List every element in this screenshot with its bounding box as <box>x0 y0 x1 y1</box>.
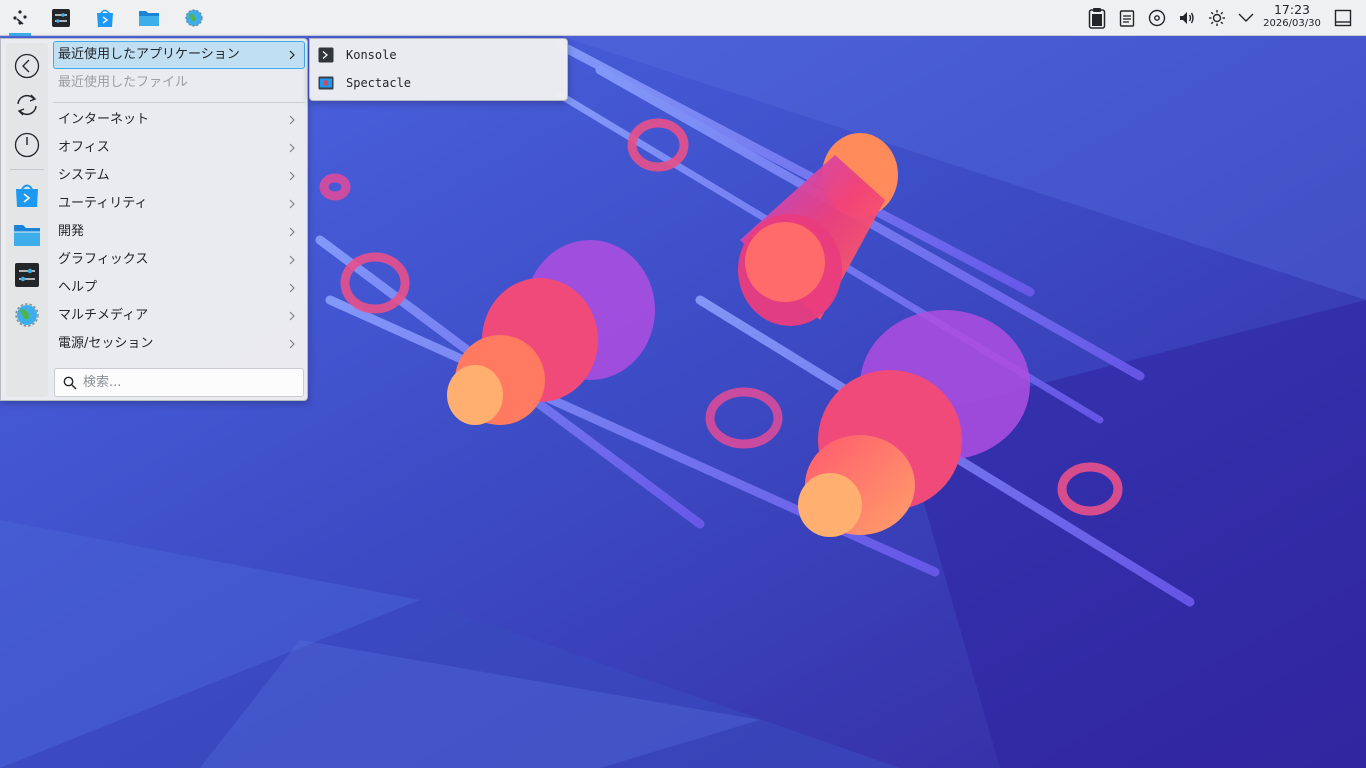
menu-item-development[interactable]: 開発 <box>53 218 305 246</box>
sidebar-divider <box>10 169 44 170</box>
search-icon <box>63 376 77 390</box>
dolphin-icon[interactable] <box>134 3 164 33</box>
chevron-right-icon <box>289 115 295 125</box>
discover-icon[interactable] <box>11 179 43 211</box>
spectacle-icon <box>318 76 334 90</box>
power-icon[interactable] <box>11 129 43 161</box>
refresh-icon[interactable] <box>11 89 43 121</box>
volume-icon[interactable] <box>1172 3 1202 33</box>
clock-date: 2026/03/30 <box>1263 17 1321 29</box>
menu-item-label: グラフィックス <box>58 252 149 267</box>
expand-tray-chevron-icon[interactable] <box>1231 3 1261 33</box>
menu-item-help[interactable]: ヘルプ <box>53 274 305 302</box>
menu-item-label: 最近使用したファイル <box>58 75 189 90</box>
chevron-right-icon <box>289 227 295 237</box>
search-input[interactable] <box>83 369 293 396</box>
menu-item-power-session[interactable]: 電源/セッション <box>53 330 305 358</box>
notes-icon[interactable] <box>1112 3 1142 33</box>
back-icon[interactable] <box>11 50 43 82</box>
menu-item-utilities[interactable]: ユーティリティ <box>53 190 305 218</box>
application-launcher-menu: 最近使用したアプリケーション 最近使用したファイル インターネット オフィス シ… <box>0 38 308 401</box>
submenu-item-konsole[interactable]: Konsole <box>314 42 564 68</box>
menu-divider <box>53 102 305 103</box>
clipboard-icon[interactable] <box>1082 3 1112 33</box>
launcher-sidebar <box>6 43 48 397</box>
menu-item-recent-apps[interactable]: 最近使用したアプリケーション <box>53 41 305 69</box>
top-panel: 17:23 2026/03/30 <box>0 0 1366 36</box>
menu-item-label: 最近使用したアプリケーション <box>58 47 240 62</box>
system-settings-icon[interactable] <box>11 259 43 291</box>
menu-item-office[interactable]: オフィス <box>53 134 305 162</box>
media-disc-icon[interactable] <box>1142 3 1172 33</box>
menu-item-system[interactable]: システム <box>53 162 305 190</box>
chevron-right-icon <box>289 171 295 181</box>
dolphin-icon[interactable] <box>11 219 43 251</box>
konsole-icon <box>318 47 334 63</box>
submenu-item-label: Spectacle <box>346 76 412 90</box>
menu-item-recent-files[interactable]: 最近使用したファイル <box>53 69 305 97</box>
menu-item-label: ユーティリティ <box>58 196 148 211</box>
chevron-right-icon <box>289 255 295 265</box>
menu-item-label: インターネット <box>58 112 150 127</box>
chevron-right-icon <box>289 311 295 321</box>
menu-item-label: マルチメディア <box>58 308 149 323</box>
menu-item-label: オフィス <box>58 140 110 155</box>
menu-item-label: ヘルプ <box>58 280 98 295</box>
menu-item-multimedia[interactable]: マルチメディア <box>53 302 305 330</box>
show-desktop-icon[interactable] <box>1328 3 1358 33</box>
web-browser-icon[interactable] <box>11 299 43 331</box>
digital-clock[interactable]: 17:23 2026/03/30 <box>1258 2 1326 29</box>
chevron-right-icon <box>289 50 295 60</box>
clock-time: 17:23 <box>1273 2 1311 17</box>
brightness-icon[interactable] <box>1202 3 1232 33</box>
menu-item-internet[interactable]: インターネット <box>53 106 305 134</box>
submenu-item-label: Konsole <box>346 48 397 62</box>
kde-launcher-icon[interactable] <box>5 3 35 36</box>
recent-apps-submenu: Konsole Spectacle <box>309 38 568 101</box>
menu-item-label: システム <box>58 168 110 183</box>
discover-icon[interactable] <box>90 3 120 33</box>
submenu-item-spectacle[interactable]: Spectacle <box>314 70 564 96</box>
chevron-right-icon <box>289 283 295 293</box>
menu-item-label: 電源/セッション <box>58 336 154 351</box>
search-field[interactable] <box>54 368 304 397</box>
menu-item-label: 開発 <box>58 224 85 239</box>
chevron-right-icon <box>289 339 295 349</box>
system-settings-icon[interactable] <box>46 3 76 33</box>
chevron-right-icon <box>289 143 295 153</box>
web-browser-icon[interactable] <box>179 3 209 33</box>
menu-item-graphics[interactable]: グラフィックス <box>53 246 305 274</box>
chevron-right-icon <box>289 199 295 209</box>
